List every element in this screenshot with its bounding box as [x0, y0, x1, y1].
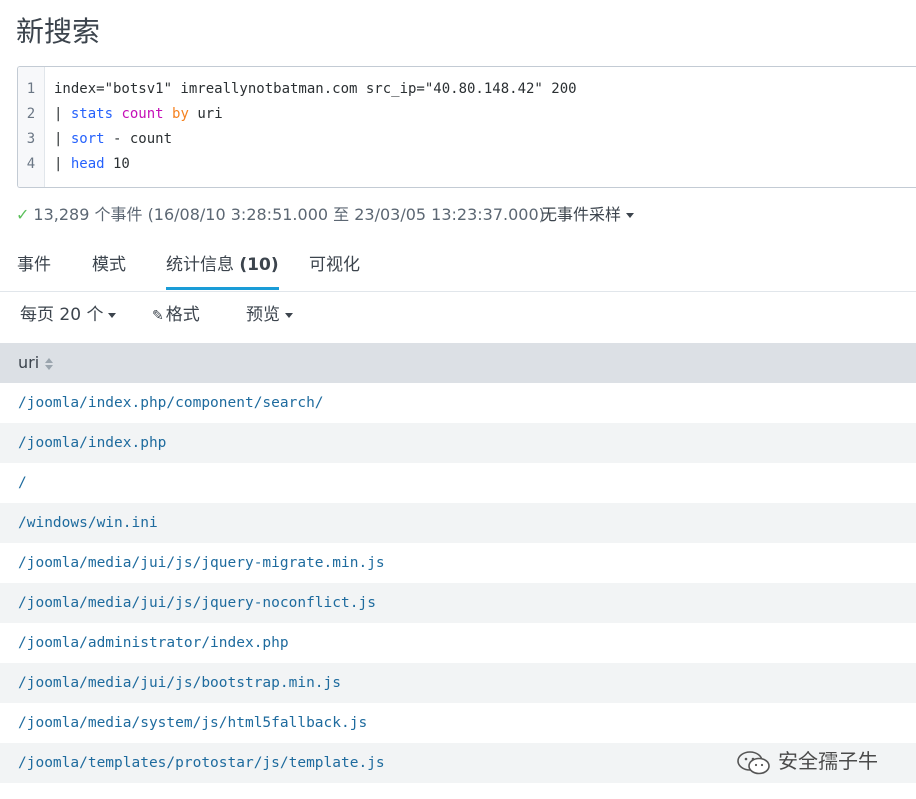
event-count-text: 13,289 个事件 (16/08/10 3:28:51.000 至 23/03… [33, 205, 545, 224]
pipe-symbol: | [54, 156, 71, 172]
sampling-label: 无事件采样 [541, 205, 622, 224]
preview-dropdown[interactable]: 预览 [246, 302, 293, 328]
function-keyword: count [121, 106, 164, 122]
pipe-symbol: | [54, 131, 71, 147]
results-table: uri /joomla/index.php/component/search/ … [0, 343, 916, 783]
preview-label: 预览 [246, 305, 280, 325]
sort-icon[interactable] [45, 357, 54, 370]
query-line-2[interactable]: | stats count by uri [54, 102, 223, 127]
pencil-icon: ✎ [152, 308, 164, 324]
command-keyword: head [70, 156, 105, 172]
table-row[interactable]: /joomla/administrator/index.php [0, 623, 916, 663]
pipe-symbol: | [54, 106, 71, 122]
per-page-label: 每页 20 个 [20, 305, 104, 325]
column-header-uri[interactable]: uri [0, 343, 916, 383]
page-title: 新搜索 [16, 15, 101, 48]
query-line-4[interactable]: | head 10 [54, 152, 130, 177]
job-status: ✓ 13,289 个事件 (16/08/10 3:28:51.000 至 23/0… [16, 203, 545, 227]
format-button[interactable]: ✎ 格式 [152, 302, 200, 328]
column-header-label: uri [18, 353, 40, 372]
command-args: 10 [104, 156, 130, 172]
tab-statistics[interactable]: 统计信息 (10) [166, 243, 279, 290]
line-number: 4 [26, 156, 36, 172]
tab-statistics-count: (10) [239, 255, 279, 275]
watermark-text: 安全孺子牛 [778, 749, 878, 773]
tab-events[interactable]: 事件 [17, 243, 51, 289]
checkmark-icon: ✓ [16, 205, 30, 224]
table-row[interactable]: /joomla/media/jui/js/bootstrap.min.js [0, 663, 916, 703]
command-keyword: stats [70, 106, 114, 122]
per-page-dropdown[interactable]: 每页 20 个 [20, 302, 117, 328]
command-keyword: sort [70, 131, 105, 147]
table-row[interactable]: /windows/win.ini [0, 503, 916, 543]
caret-down-icon [285, 312, 293, 318]
table-row[interactable]: /joomla/media/jui/js/jquery-migrate.min.… [0, 543, 916, 583]
table-row[interactable]: /joomla/media/jui/js/jquery-noconflict.j… [0, 583, 916, 623]
field-name: uri [197, 106, 223, 122]
tab-patterns[interactable]: 模式 [92, 243, 126, 289]
wechat-icon [737, 750, 770, 774]
query-line-3[interactable]: | sort - count [54, 127, 172, 152]
format-label: 格式 [165, 305, 200, 325]
by-keyword: by [172, 106, 189, 122]
line-number: 1 [26, 81, 36, 97]
table-body: /joomla/index.php/component/search/ /joo… [0, 383, 916, 783]
table-row[interactable]: / [0, 463, 916, 503]
search-query-editor[interactable]: 1 2 3 4 index="botsv1" imreallynotbatman… [17, 66, 916, 188]
table-row[interactable]: /joomla/index.php [0, 423, 916, 463]
tab-visualization[interactable]: 可视化 [309, 243, 360, 289]
query-line-1[interactable]: index="botsv1" imreallynotbatman.com src… [54, 77, 577, 102]
line-number: 2 [26, 106, 36, 122]
tab-statistics-label: 统计信息 [166, 255, 234, 275]
results-tabs: 事件 模式 统计信息 (10) 可视化 [0, 243, 916, 292]
caret-down-icon [108, 312, 117, 318]
sampling-dropdown[interactable]: 无事件采样 [541, 203, 635, 227]
caret-down-icon [626, 213, 635, 218]
table-row[interactable]: /joomla/media/system/js/html5fallback.js [0, 703, 916, 743]
table-row[interactable]: /joomla/index.php/component/search/ [0, 383, 916, 423]
line-number: 3 [26, 131, 36, 147]
command-args: - count [104, 131, 173, 147]
watermark: 安全孺子牛 [736, 745, 878, 777]
